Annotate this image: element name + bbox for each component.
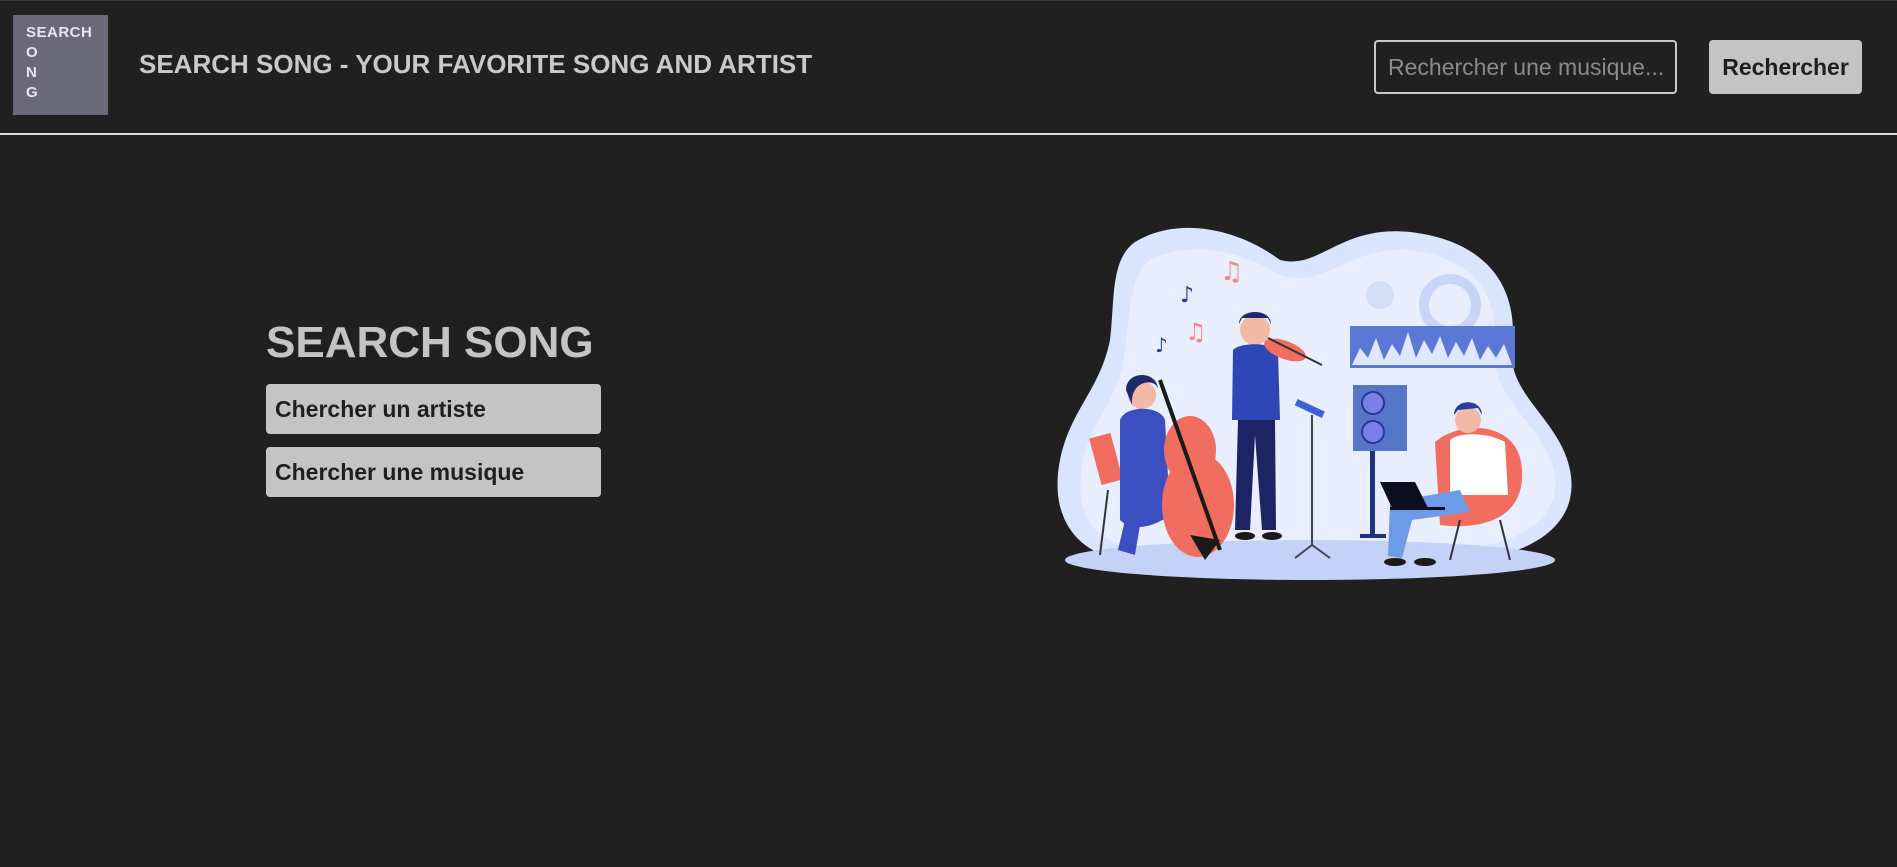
site-title: SEARCH SONG - YOUR FAVORITE SONG AND ART…: [139, 49, 813, 79]
svg-text:♪: ♪: [1180, 283, 1194, 308]
site-header: SEARCH O N G SEARCH SONG - YOUR FAVORITE…: [0, 0, 1897, 135]
logo-line-1: SEARCH: [26, 24, 93, 41]
search-artist-button[interactable]: Chercher un artiste: [266, 384, 601, 434]
musicians-illustration: ♫ ♪ ♫ ♪: [1057, 227, 1572, 580]
violinist-head: [1240, 315, 1270, 345]
svg-text:♫: ♫: [1185, 318, 1207, 346]
search-button[interactable]: Rechercher: [1709, 40, 1862, 94]
logo-line-3: N: [26, 64, 38, 81]
svg-text:♫: ♫: [1220, 257, 1243, 287]
logo-line-4: G: [26, 84, 39, 101]
page-title: SEARCH SONG: [266, 318, 594, 367]
logo-line-2: O: [26, 44, 39, 61]
search-input[interactable]: [1374, 40, 1677, 94]
site-logo[interactable]: SEARCH O N G: [13, 15, 108, 115]
laptop-user-head: [1455, 407, 1481, 433]
svg-text:♪: ♪: [1155, 333, 1168, 357]
search-music-button[interactable]: Chercher une musique: [266, 447, 601, 497]
